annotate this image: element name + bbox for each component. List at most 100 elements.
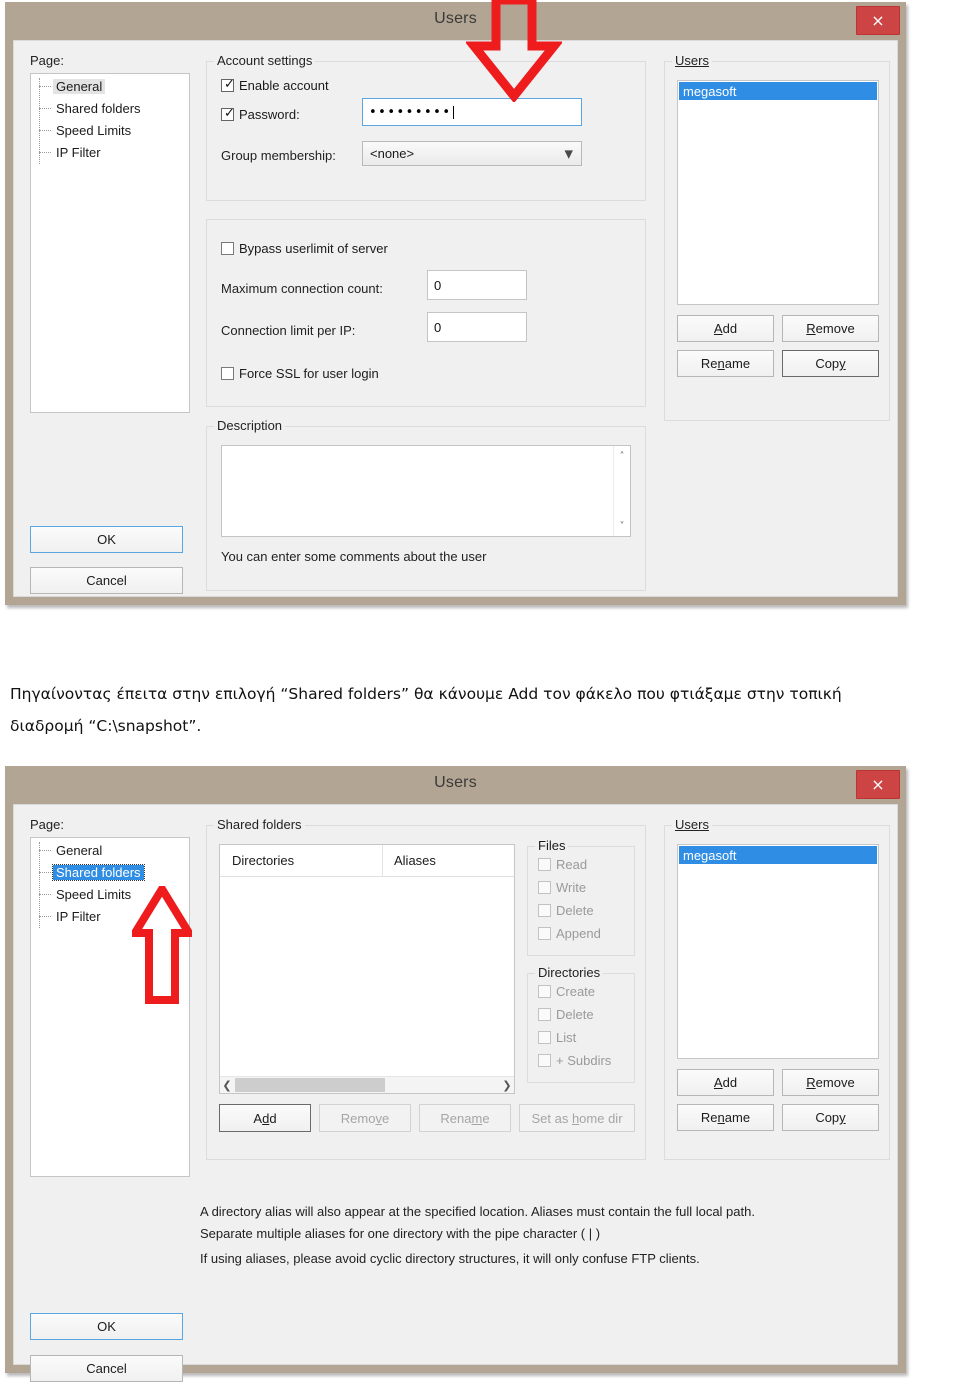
connection-limits-group: Bypass userlimit of server Maximum conne… <box>206 219 646 407</box>
cancel-button[interactable]: Cancel <box>30 1355 183 1382</box>
directories-list-label: List <box>556 1030 577 1045</box>
page-item-shared-folders[interactable]: Shared folders <box>52 864 145 881</box>
account-settings-group: Account settings ✓ Enable account ✓ Pass… <box>206 53 646 201</box>
files-append-checkbox[interactable]: Append <box>538 926 601 941</box>
column-header-aliases[interactable]: Aliases <box>394 853 436 868</box>
users-dialog-general: Users × Page: General Shared folders Spe… <box>5 2 906 605</box>
page-item-ip-filter[interactable]: IP Filter <box>53 909 104 924</box>
checkbox-box <box>538 1008 551 1021</box>
scroll-left-icon[interactable]: ❮ <box>220 1077 234 1093</box>
connection-limit-ip-label: Connection limit per IP: <box>221 323 356 338</box>
checkbox-box: ✓ <box>221 78 235 92</box>
ok-button[interactable]: OK <box>30 526 183 553</box>
bypass-userlimit-checkbox[interactable]: Bypass userlimit of server <box>221 241 388 256</box>
window-title: Users <box>434 774 477 791</box>
directories-create-checkbox[interactable]: Create <box>538 984 595 999</box>
connection-limit-ip-input[interactable]: 0 <box>427 312 527 342</box>
enable-account-label: Enable account <box>239 78 329 93</box>
password-checkbox[interactable]: ✓ Password: <box>221 107 300 122</box>
description-title: Description <box>214 418 286 433</box>
list-item[interactable]: megasoft <box>679 846 877 864</box>
description-textarea[interactable]: ˄ ˅ <box>221 445 631 537</box>
shared-folders-help-paragraph-1: A directory alias will also appear at th… <box>200 1204 755 1241</box>
users-listbox[interactable]: megasoft <box>677 80 879 305</box>
directories-list-checkbox[interactable]: List <box>538 1030 576 1045</box>
page-label: Page: <box>30 817 64 832</box>
close-icon[interactable]: × <box>856 6 900 35</box>
page-item-general[interactable]: General <box>53 79 106 94</box>
page-item-general[interactable]: General <box>53 843 105 858</box>
group-membership-value: <none> <box>370 146 415 161</box>
files-write-checkbox[interactable]: Write <box>538 880 586 895</box>
files-delete-checkbox[interactable]: Delete <box>538 903 594 918</box>
files-write-label: Write <box>556 880 587 895</box>
shared-folders-table[interactable]: Directories Aliases ❮ ❯ <box>219 844 515 1094</box>
dialog-client-area: Page: General Shared folders Speed Limit… <box>13 40 898 597</box>
force-ssl-checkbox[interactable]: Force SSL for user login <box>221 366 379 381</box>
page-item-speed-limits[interactable]: Speed Limits <box>53 887 134 902</box>
bypass-userlimit-label: Bypass userlimit of server <box>239 241 388 256</box>
max-connection-count-input[interactable]: 0 <box>427 270 527 300</box>
close-icon[interactable]: × <box>856 770 900 799</box>
files-read-checkbox[interactable]: Read <box>538 857 587 872</box>
cancel-button[interactable]: Cancel <box>30 567 183 594</box>
group-membership-label: Group membership: <box>221 148 336 163</box>
checkbox-box <box>538 927 551 940</box>
page-label: Page: <box>30 53 64 68</box>
annotation-arrow-down-icon <box>464 0 564 104</box>
list-item[interactable]: megasoft <box>679 82 877 100</box>
directories-delete-checkbox[interactable]: Delete <box>538 1007 594 1022</box>
files-permissions-group: Files Read Write Delete Append <box>527 838 635 956</box>
password-input[interactable]: ••••••••• <box>362 98 582 126</box>
ok-button[interactable]: OK <box>30 1313 183 1340</box>
checkbox-box <box>221 242 234 255</box>
titlebar-shared-folders: Users × <box>5 766 906 804</box>
scroll-thumb[interactable] <box>235 1078 385 1092</box>
column-header-directories[interactable]: Directories <box>232 853 294 868</box>
scroll-right-icon[interactable]: ❯ <box>500 1077 514 1093</box>
users-dialog-shared-folders: Users × Page: General Shared folders Spe… <box>5 766 906 1382</box>
users-add-button[interactable]: AAdddd <box>677 315 774 342</box>
password-label: Password: <box>239 107 300 122</box>
description-scrollbar[interactable]: ˄ ˅ <box>613 446 630 536</box>
shared-folders-set-home-button: Set as home dir <box>519 1104 635 1132</box>
users-add-button[interactable]: Add <box>677 1069 774 1096</box>
directories-subdirs-label: + Subdirs <box>556 1053 612 1068</box>
shared-folders-rename-button: Rename <box>419 1104 511 1132</box>
table-hscrollbar[interactable]: ❮ ❯ <box>220 1076 514 1093</box>
titlebar-general: Users × <box>5 2 906 40</box>
enable-account-checkbox[interactable]: ✓ Enable account <box>221 78 329 93</box>
checkbox-box <box>538 858 551 871</box>
users-remove-button[interactable]: Remove <box>782 315 879 342</box>
chevron-down-icon: ▼ <box>564 147 573 160</box>
caption-line-1: Πηγαίνοντας έπειτα στην επιλογή “Shared … <box>10 685 842 703</box>
files-delete-label: Delete <box>556 903 594 918</box>
caption-line-2: διαδρομή “C:\snapshot”. <box>10 717 202 735</box>
max-connection-count-value: 0 <box>434 277 442 293</box>
annotation-arrow-up-icon <box>127 881 197 1004</box>
directories-delete-label: Delete <box>556 1007 594 1022</box>
users-rename-button[interactable]: Rename <box>677 1104 774 1131</box>
scroll-down-icon[interactable]: ˅ <box>614 518 630 534</box>
users-copy-button[interactable]: Copy <box>782 350 879 377</box>
page-item-shared-folders[interactable]: Shared folders <box>53 101 144 116</box>
users-remove-button[interactable]: Remove <box>782 1069 879 1096</box>
files-append-label: Append <box>556 926 601 941</box>
directories-group-title: Directories <box>535 965 604 980</box>
shared-folders-add-button[interactable]: Add <box>219 1104 311 1132</box>
password-value: ••••••••• <box>369 104 452 120</box>
page-item-speed-limits[interactable]: Speed Limits <box>53 123 134 138</box>
users-rename-button[interactable]: Rename <box>677 350 774 377</box>
table-header: Directories Aliases <box>220 845 514 877</box>
page-item-ip-filter[interactable]: IP Filter <box>53 145 104 160</box>
users-listbox[interactable]: megasoft <box>677 844 879 1059</box>
group-membership-select[interactable]: <none> ▼ <box>362 141 582 166</box>
description-group: Description ˄ ˅ You can enter some comme… <box>206 418 646 591</box>
checkbox-box <box>221 367 234 380</box>
users-copy-button[interactable]: Copy <box>782 1104 879 1131</box>
checkbox-box <box>538 881 551 894</box>
shared-folders-help-paragraph-2: If using aliases, please avoid cyclic di… <box>200 1251 700 1266</box>
scroll-up-icon[interactable]: ˄ <box>614 448 630 464</box>
directories-subdirs-checkbox[interactable]: + Subdirs <box>538 1053 611 1068</box>
page-tree[interactable]: General Shared folders Speed Limits IP F… <box>30 73 190 413</box>
